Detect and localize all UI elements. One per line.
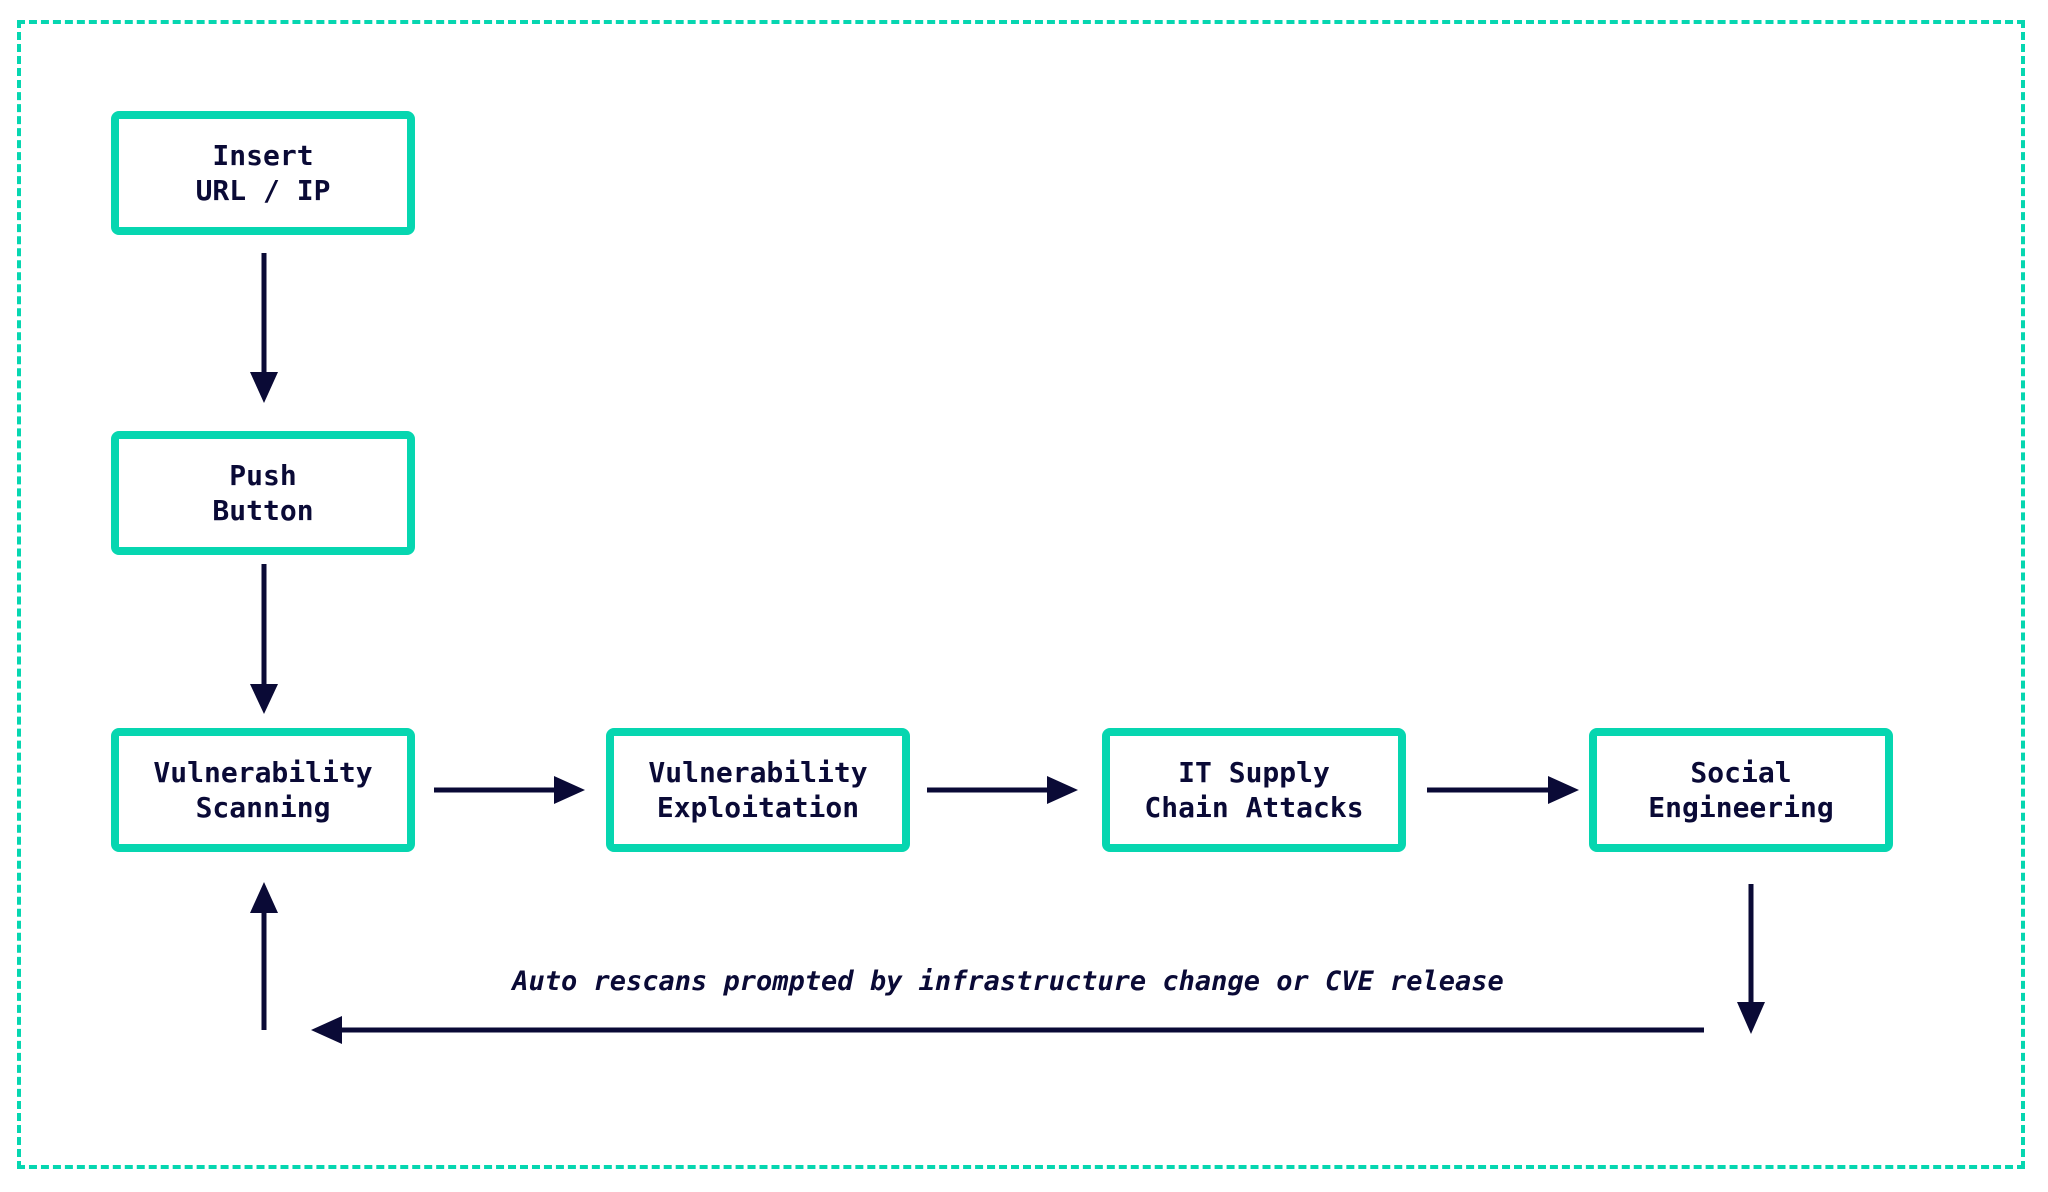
node-insert-url-ip: Insert URL / IP xyxy=(111,111,415,235)
node-label: Scanning xyxy=(195,791,331,824)
node-label: Social xyxy=(1690,756,1792,789)
node-social-engineering: Social Engineering xyxy=(1589,728,1893,852)
node-label: Vulnerability xyxy=(648,756,868,789)
node-label: Exploitation xyxy=(656,791,860,824)
node-label: Button xyxy=(212,494,314,527)
node-label: Engineering xyxy=(1648,791,1834,824)
arrowhead-icon xyxy=(250,372,278,403)
arrowhead-icon xyxy=(250,882,278,913)
arrowhead-icon xyxy=(1737,1002,1765,1034)
arrowhead-icon xyxy=(250,684,278,714)
arrowhead-icon xyxy=(311,1016,342,1044)
node-label: Insert xyxy=(212,139,314,172)
loop-caption: Auto rescans prompted by infrastructure … xyxy=(512,966,1504,997)
node-label: IT Supply xyxy=(1178,756,1330,789)
node-label: Vulnerability xyxy=(153,756,373,789)
node-it-supply-chain-attacks: IT Supply Chain Attacks xyxy=(1102,728,1406,852)
node-label: Push xyxy=(229,459,297,492)
node-vulnerability-scanning: Vulnerability Scanning xyxy=(111,728,415,852)
arrowhead-icon xyxy=(554,776,585,804)
node-push-button: Push Button xyxy=(111,431,415,555)
arrowhead-icon xyxy=(1047,776,1078,804)
node-vulnerability-exploitation: Vulnerability Exploitation xyxy=(606,728,910,852)
arrowhead-icon xyxy=(1548,776,1579,804)
node-label: Chain Attacks xyxy=(1144,791,1364,824)
node-label: URL / IP xyxy=(195,174,331,207)
